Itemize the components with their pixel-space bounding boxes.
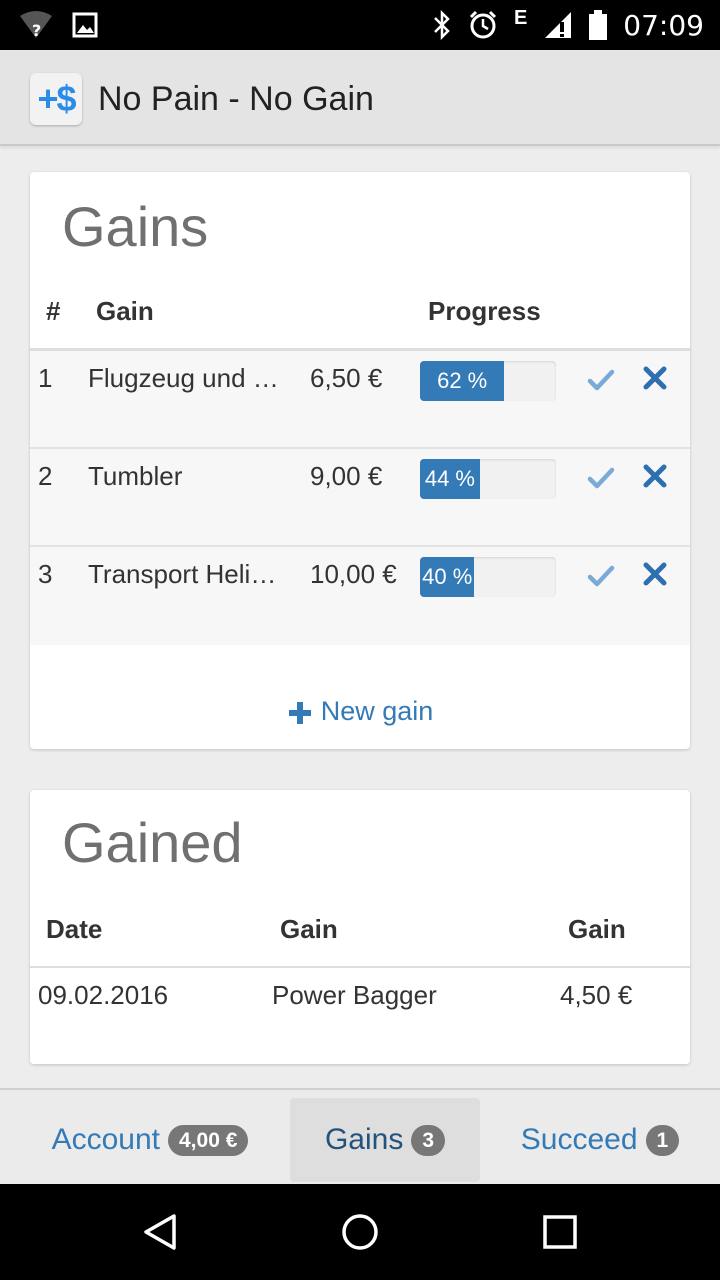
succeed-count-badge: 1 <box>645 1124 680 1156</box>
gain-price: 6,50 € <box>310 363 383 393</box>
bluetooth-icon <box>434 10 450 40</box>
image-icon <box>72 12 98 38</box>
clock-time: 07:09 <box>623 8 704 42</box>
signal-icon <box>545 12 572 38</box>
gains-title: Gains <box>62 195 209 258</box>
close-icon[interactable] <box>642 561 668 587</box>
gained-card: Gained Date Gain Gain 09.02.2016 Power B… <box>30 790 690 1064</box>
status-bar: ? E 07:09 <box>0 0 720 50</box>
progress-bar: 40 % <box>420 557 556 597</box>
gain-name: Flugzeug und Hubschrauber <box>88 363 288 393</box>
progress-fill: 40 % <box>420 557 475 597</box>
network-type-label: E <box>513 6 528 29</box>
wifi-question-icon: ? <box>20 11 52 40</box>
table-row: 2 Tumbler 9,00 € 44 % <box>30 449 690 547</box>
bottom-tab-bar: Account 4,00 € Gains 3 Succeed 1 <box>0 1088 720 1184</box>
progress-fill: 44 % <box>420 459 480 499</box>
tab-succeed[interactable]: Succeed 1 <box>500 1098 700 1182</box>
tab-account[interactable]: Account 4,00 € <box>30 1098 270 1182</box>
column-header-date: Date <box>46 914 103 944</box>
system-nav-bar <box>0 1184 720 1280</box>
progress-bar: 62 % <box>420 361 556 401</box>
tab-gains-label: Gains <box>324 1123 404 1156</box>
close-icon[interactable] <box>642 365 668 391</box>
progress-fill: 62 % <box>420 361 505 401</box>
gained-amount: 4,50 € <box>560 980 633 1010</box>
check-icon[interactable] <box>586 365 616 395</box>
close-icon[interactable] <box>642 463 668 489</box>
gain-name: Tumbler <box>88 461 183 491</box>
plus-icon <box>288 701 311 724</box>
check-icon[interactable] <box>586 463 616 493</box>
alarm-icon <box>469 10 497 39</box>
tab-account-label: Account <box>51 1123 160 1156</box>
row-number: 2 <box>38 461 53 491</box>
check-icon[interactable] <box>586 561 616 591</box>
row-number: 3 <box>38 559 53 589</box>
gained-date: 09.02.2016 <box>38 980 169 1010</box>
tab-gains[interactable]: Gains 3 <box>290 1098 480 1182</box>
home-icon[interactable] <box>340 1212 380 1252</box>
tab-succeed-label: Succeed <box>520 1123 638 1156</box>
gain-price: 10,00 € <box>310 559 397 589</box>
gain-price: 9,00 € <box>310 461 383 491</box>
gain-name: Transport Helikopter <box>88 559 288 589</box>
progress-bar: 44 % <box>420 459 556 499</box>
new-gain-label: New gain <box>320 696 434 726</box>
svg-text:?: ? <box>32 21 41 40</box>
gained-title: Gained <box>62 811 243 874</box>
app-title: No Pain - No Gain <box>98 80 374 118</box>
column-header-amount: Gain <box>568 914 626 944</box>
account-balance-badge: 4,00 € <box>168 1124 249 1156</box>
row-number: 1 <box>38 363 53 393</box>
table-row: 09.02.2016 Power Bagger 4,50 € <box>30 968 690 1064</box>
gained-name: Power Bagger <box>272 980 437 1010</box>
column-header-progress: Progress <box>428 296 541 326</box>
table-row: 3 Transport Helikopter 10,00 € 40 % <box>30 547 690 645</box>
new-gain-button[interactable]: New gain <box>30 696 690 727</box>
battery-icon <box>589 10 608 40</box>
recents-icon[interactable] <box>540 1212 580 1252</box>
app-bar: +$ No Pain - No Gain <box>0 50 720 146</box>
column-header-gain: Gain <box>96 296 154 326</box>
app-logo-icon: +$ <box>30 73 82 125</box>
column-header-gain: Gain <box>280 914 338 944</box>
gains-card: Gains # Gain Progress 1 Flugzeug und Hub… <box>30 172 690 749</box>
column-header-num: # <box>46 296 61 326</box>
gains-count-badge: 3 <box>411 1124 446 1156</box>
back-icon[interactable] <box>140 1212 180 1252</box>
table-row: 1 Flugzeug und Hubschrauber 6,50 € 62 % <box>30 351 690 449</box>
